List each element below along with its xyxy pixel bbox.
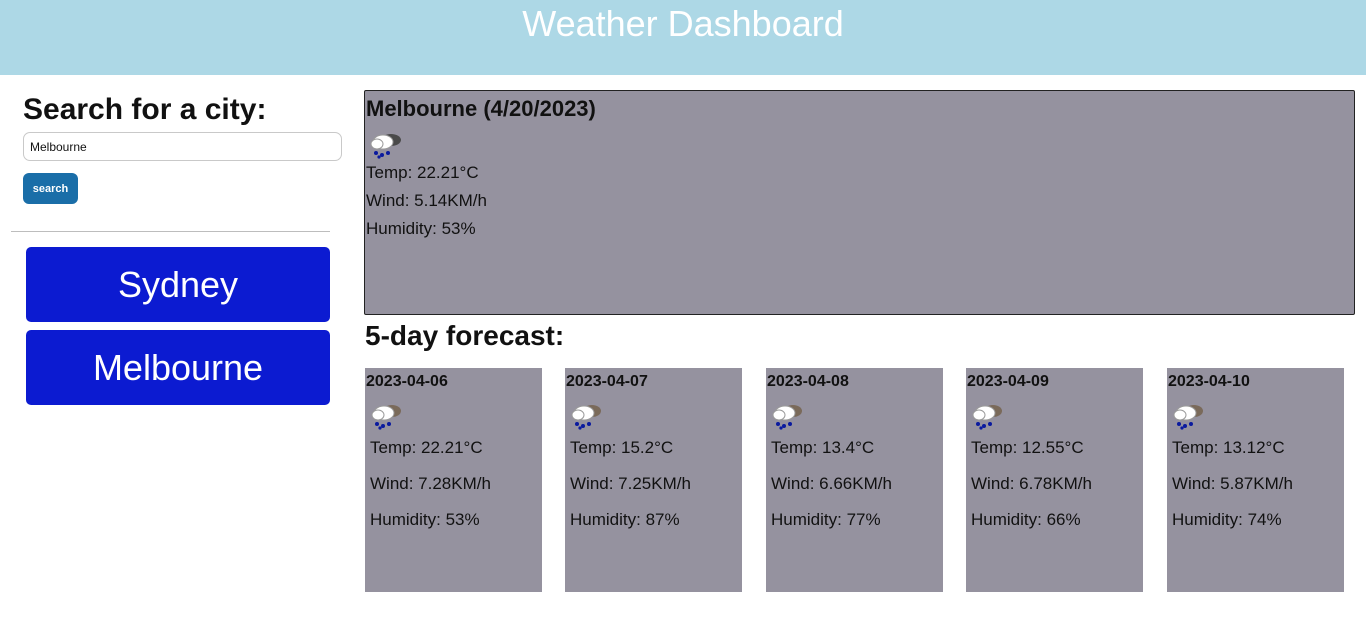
current-temp: Temp: 22.21°C [366, 163, 479, 182]
search-button[interactable]: search [23, 173, 78, 204]
rain-cloud-icon [369, 400, 542, 430]
search-sidebar: Search for a city: search Sydney Melbour… [11, 90, 342, 413]
forecast-card: 2023-04-07 Temp: 15.2°C Wind: 7.25KM/h H… [565, 368, 742, 592]
forecast-humidity: Humidity: 87% [570, 510, 680, 529]
forecast-temp: Temp: 13.12°C [1172, 438, 1285, 457]
history-button-sydney[interactable]: Sydney [26, 247, 330, 322]
city-search-input[interactable] [23, 132, 342, 161]
forecast-card: 2023-04-06 Temp: 22.21°C Wind: 7.28KM/h … [365, 368, 542, 592]
forecast-heading: 5-day forecast: [365, 320, 565, 351]
forecast-temp: Temp: 15.2°C [570, 438, 674, 457]
forecast-date: 2023-04-07 [566, 373, 648, 390]
rain-cloud-icon [569, 400, 742, 430]
forecast-date: 2023-04-09 [967, 373, 1049, 390]
forecast-wind: Wind: 7.25KM/h [570, 474, 691, 493]
rain-cloud-icon [770, 400, 943, 430]
forecast-wind: Wind: 7.28KM/h [370, 474, 491, 493]
forecast-wind: Wind: 5.87KM/h [1172, 474, 1293, 493]
sidebar-divider [11, 231, 330, 232]
current-weather-card: Melbourne (4/20/2023) Temp: 22.21°C Wind… [364, 90, 1355, 315]
search-heading: Search for a city: [23, 93, 267, 126]
forecast-temp: Temp: 22.21°C [370, 438, 483, 457]
page-title: Weather Dashboard [522, 3, 844, 44]
rain-cloud-icon [970, 400, 1143, 430]
current-wind: Wind: 5.14KM/h [366, 191, 487, 210]
forecast-humidity: Humidity: 53% [370, 510, 480, 529]
forecast-humidity: Humidity: 77% [771, 510, 881, 529]
rain-cloud-icon [1171, 400, 1344, 430]
page-header: Weather Dashboard [0, 0, 1366, 75]
forecast-card: 2023-04-08 Temp: 13.4°C Wind: 6.66KM/h H… [766, 368, 943, 592]
forecast-date: 2023-04-06 [366, 373, 448, 390]
forecast-wind: Wind: 6.78KM/h [971, 474, 1092, 493]
forecast-humidity: Humidity: 74% [1172, 510, 1282, 529]
forecast-wind: Wind: 6.66KM/h [771, 474, 892, 493]
forecast-date: 2023-04-10 [1168, 373, 1250, 390]
rain-cloud-icon [368, 129, 1354, 159]
forecast-card: 2023-04-10 Temp: 13.12°C Wind: 5.87KM/h … [1167, 368, 1344, 592]
history-button-melbourne[interactable]: Melbourne [26, 330, 330, 405]
search-history: Sydney Melbourne [11, 247, 330, 405]
current-city-title: Melbourne (4/20/2023) [366, 96, 596, 121]
forecast-humidity: Humidity: 66% [971, 510, 1081, 529]
current-humidity: Humidity: 53% [366, 219, 476, 238]
forecast-date: 2023-04-08 [767, 373, 849, 390]
forecast-card: 2023-04-09 Temp: 12.55°C Wind: 6.78KM/h … [966, 368, 1143, 592]
forecast-temp: Temp: 13.4°C [771, 438, 875, 457]
forecast-temp: Temp: 12.55°C [971, 438, 1084, 457]
